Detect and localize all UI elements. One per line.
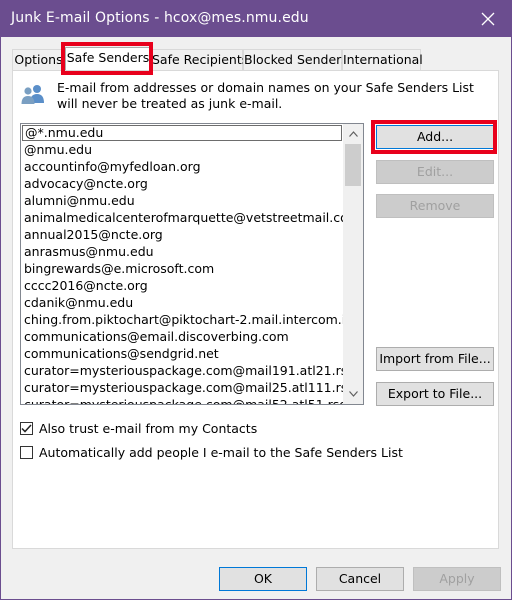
ok-button[interactable]: OK bbox=[219, 567, 307, 591]
export-to-file-button[interactable]: Export to File... bbox=[376, 382, 494, 406]
title-bar: Junk E-mail Options - hcox@mes.nmu.edu bbox=[1, 1, 511, 37]
scroll-down-button[interactable] bbox=[343, 385, 363, 403]
sender-list-item[interactable]: bingrewards@e.microsoft.com bbox=[21, 260, 343, 277]
trust-contacts-checkbox[interactable] bbox=[20, 421, 33, 435]
safe-senders-list-items: @*.nmu.edu @nmu.edu accountinfo@myfedloan.… bbox=[21, 124, 343, 404]
apply-button[interactable]: Apply bbox=[413, 567, 501, 591]
cancel-button[interactable]: Cancel bbox=[316, 567, 404, 591]
tab-options[interactable]: Options bbox=[12, 49, 65, 70]
sender-list-item[interactable]: anrasmus@nmu.edu bbox=[21, 243, 343, 260]
trust-contacts-option[interactable]: Also trust e-mail from my Contacts bbox=[20, 420, 257, 436]
trust-contacts-label: Also trust e-mail from my Contacts bbox=[39, 420, 258, 436]
sender-list-item[interactable]: advocacy@ncte.org bbox=[21, 175, 343, 192]
remove-button[interactable]: Remove bbox=[376, 194, 494, 218]
auto-add-checkbox[interactable] bbox=[20, 445, 33, 459]
scroll-up-button[interactable] bbox=[343, 125, 363, 143]
safe-senders-description: E-mail from addresses or domain names on… bbox=[57, 80, 474, 111]
scroll-thumb[interactable] bbox=[345, 144, 361, 186]
sender-list-item[interactable]: cdanik@nmu.edu bbox=[21, 294, 343, 311]
sender-list-item[interactable]: communications@sendgrid.net bbox=[21, 345, 343, 362]
junk-email-options-dialog: Junk E-mail Options - hcox@mes.nmu.edu O… bbox=[0, 0, 512, 600]
sender-list-item[interactable]: @*.nmu.edu bbox=[22, 125, 342, 141]
sender-list-item[interactable]: communications@email.discoverbing.com bbox=[21, 328, 343, 345]
chevron-up-icon bbox=[348, 131, 358, 137]
sender-list-item[interactable]: cccc2016@ncte.org bbox=[21, 277, 343, 294]
sender-list-item[interactable]: ching.from.piktochart@piktochart-2.mail.… bbox=[21, 311, 343, 328]
close-icon bbox=[481, 12, 495, 26]
safe-senders-list[interactable]: @*.nmu.edu @nmu.edu accountinfo@myfedloan.… bbox=[20, 123, 364, 405]
tab-safe-recipients[interactable]: Safe Recipients bbox=[151, 49, 248, 70]
close-button[interactable] bbox=[465, 1, 511, 37]
edit-button[interactable]: Edit... bbox=[376, 160, 494, 184]
people-icon bbox=[21, 85, 44, 104]
tab-international[interactable]: International bbox=[342, 49, 423, 70]
sender-list-item[interactable]: curator=mysteriouspackage.com@mail52.atl… bbox=[21, 396, 343, 404]
auto-add-label: Automatically add people I e-mail to the… bbox=[39, 444, 403, 460]
chevron-down-icon bbox=[348, 391, 358, 397]
tab-safe-senders[interactable]: Safe Senders bbox=[65, 47, 151, 70]
sender-list-item[interactable]: @nmu.edu bbox=[21, 141, 343, 158]
sender-list-item[interactable]: animalmedicalcenterofmarquette@vetstreet… bbox=[21, 209, 343, 226]
list-scrollbar[interactable] bbox=[343, 124, 363, 404]
sender-list-item[interactable]: alumni@nmu.edu bbox=[21, 192, 343, 209]
add-button[interactable]: Add... bbox=[376, 125, 494, 149]
check-icon bbox=[21, 423, 32, 433]
sender-list-item[interactable]: curator=mysteriouspackage.com@mail191.at… bbox=[21, 362, 343, 379]
sender-list-item[interactable]: curator=mysteriouspackage.com@mail25.atl… bbox=[21, 379, 343, 396]
sender-list-item[interactable]: accountinfo@myfedloan.org bbox=[21, 158, 343, 175]
import-from-file-button[interactable]: Import from File... bbox=[376, 347, 494, 371]
sender-list-item[interactable]: annual2015@ncte.org bbox=[21, 226, 343, 243]
auto-add-option[interactable]: Automatically add people I e-mail to the… bbox=[20, 444, 403, 460]
window-title: Junk E-mail Options - hcox@mes.nmu.edu bbox=[11, 10, 309, 26]
tab-blocked-senders[interactable]: Blocked Senders bbox=[243, 49, 348, 70]
